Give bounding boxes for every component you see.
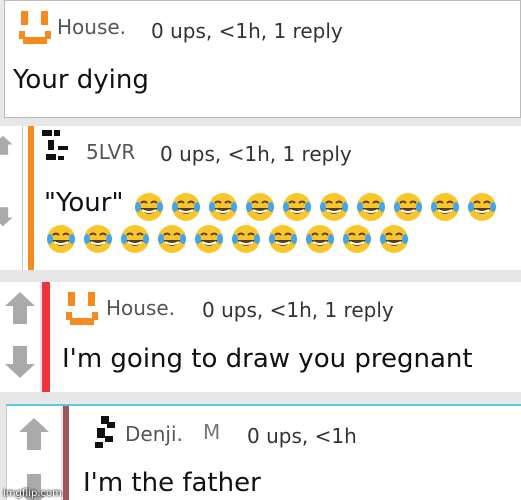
face-with-tears-of-joy-icon [84, 225, 112, 253]
moderator-badge: M [203, 420, 221, 444]
comment-text: I'm going to draw you pregnant [62, 344, 473, 374]
face-with-tears-of-joy-icon [306, 225, 334, 253]
vote-column [7, 406, 61, 500]
emoji-row [44, 222, 411, 256]
upvote-arrow-icon[interactable] [0, 286, 40, 330]
comment-author[interactable]: House. [106, 296, 175, 320]
comment-4: Denji. M 0 ups, <1h I'm the father [6, 404, 521, 500]
emoji-row [132, 190, 499, 224]
vote-column [0, 282, 40, 392]
face-with-tears-of-joy-icon [195, 225, 223, 253]
comment-author[interactable]: House. [57, 15, 126, 39]
comment-text: Your dying [13, 65, 149, 95]
comment-accent-bar [42, 282, 50, 392]
face-with-tears-of-joy-icon [246, 193, 274, 221]
face-with-tears-of-joy-icon [468, 193, 496, 221]
comment-body: Denji. M 0 ups, <1h I'm the father [69, 406, 521, 500]
comment-text: "Your" [44, 188, 124, 218]
comment-meta: 0 ups, <1h [247, 424, 357, 448]
face-with-tears-of-joy-icon [232, 225, 260, 253]
downvote-arrow-icon[interactable] [0, 196, 14, 236]
face-with-tears-of-joy-icon [343, 225, 371, 253]
face-with-tears-of-joy-icon [283, 193, 311, 221]
face-with-tears-of-joy-icon [135, 193, 163, 221]
orange-smiley-avatar [19, 11, 51, 44]
face-with-tears-of-joy-icon [320, 193, 348, 221]
comment-body: 5LVR 0 ups, <1h, 1 reply "Your" [34, 126, 521, 270]
face-with-tears-of-joy-icon [431, 193, 459, 221]
vote-column [0, 126, 22, 270]
comment-author[interactable]: 5LVR [86, 140, 135, 164]
comment-text: I'm the father [83, 468, 261, 498]
imgflip-watermark: imgflip.com [3, 488, 62, 499]
pixel-avatar [42, 130, 68, 160]
upvote-arrow-icon[interactable] [7, 412, 61, 456]
face-with-tears-of-joy-icon [47, 225, 75, 253]
comment-meta: 0 ups, <1h, 1 reply [151, 19, 343, 43]
comment-author[interactable]: Denji. [125, 422, 183, 446]
comment-1: House. 0 ups, <1h, 1 reply Your dying [4, 0, 521, 118]
comment-body: House. 0 ups, <1h, 1 reply I'm going to … [50, 282, 521, 392]
face-with-tears-of-joy-icon [158, 225, 186, 253]
comment-meta: 0 ups, <1h, 1 reply [202, 298, 394, 322]
face-with-tears-of-joy-icon [380, 225, 408, 253]
face-with-tears-of-joy-icon [121, 225, 149, 253]
pixel-avatar [95, 416, 115, 448]
downvote-arrow-icon[interactable] [0, 340, 40, 384]
face-with-tears-of-joy-icon [209, 193, 237, 221]
face-with-tears-of-joy-icon [172, 193, 200, 221]
comment-meta: 0 ups, <1h, 1 reply [160, 142, 352, 166]
comment-2: 5LVR 0 ups, <1h, 1 reply "Your" [0, 126, 521, 270]
orange-smiley-avatar [66, 292, 98, 325]
face-with-tears-of-joy-icon [269, 225, 297, 253]
face-with-tears-of-joy-icon [394, 193, 422, 221]
face-with-tears-of-joy-icon [357, 193, 385, 221]
comment-3: House. 0 ups, <1h, 1 reply I'm going to … [0, 282, 521, 392]
upvote-arrow-icon[interactable] [0, 126, 14, 166]
